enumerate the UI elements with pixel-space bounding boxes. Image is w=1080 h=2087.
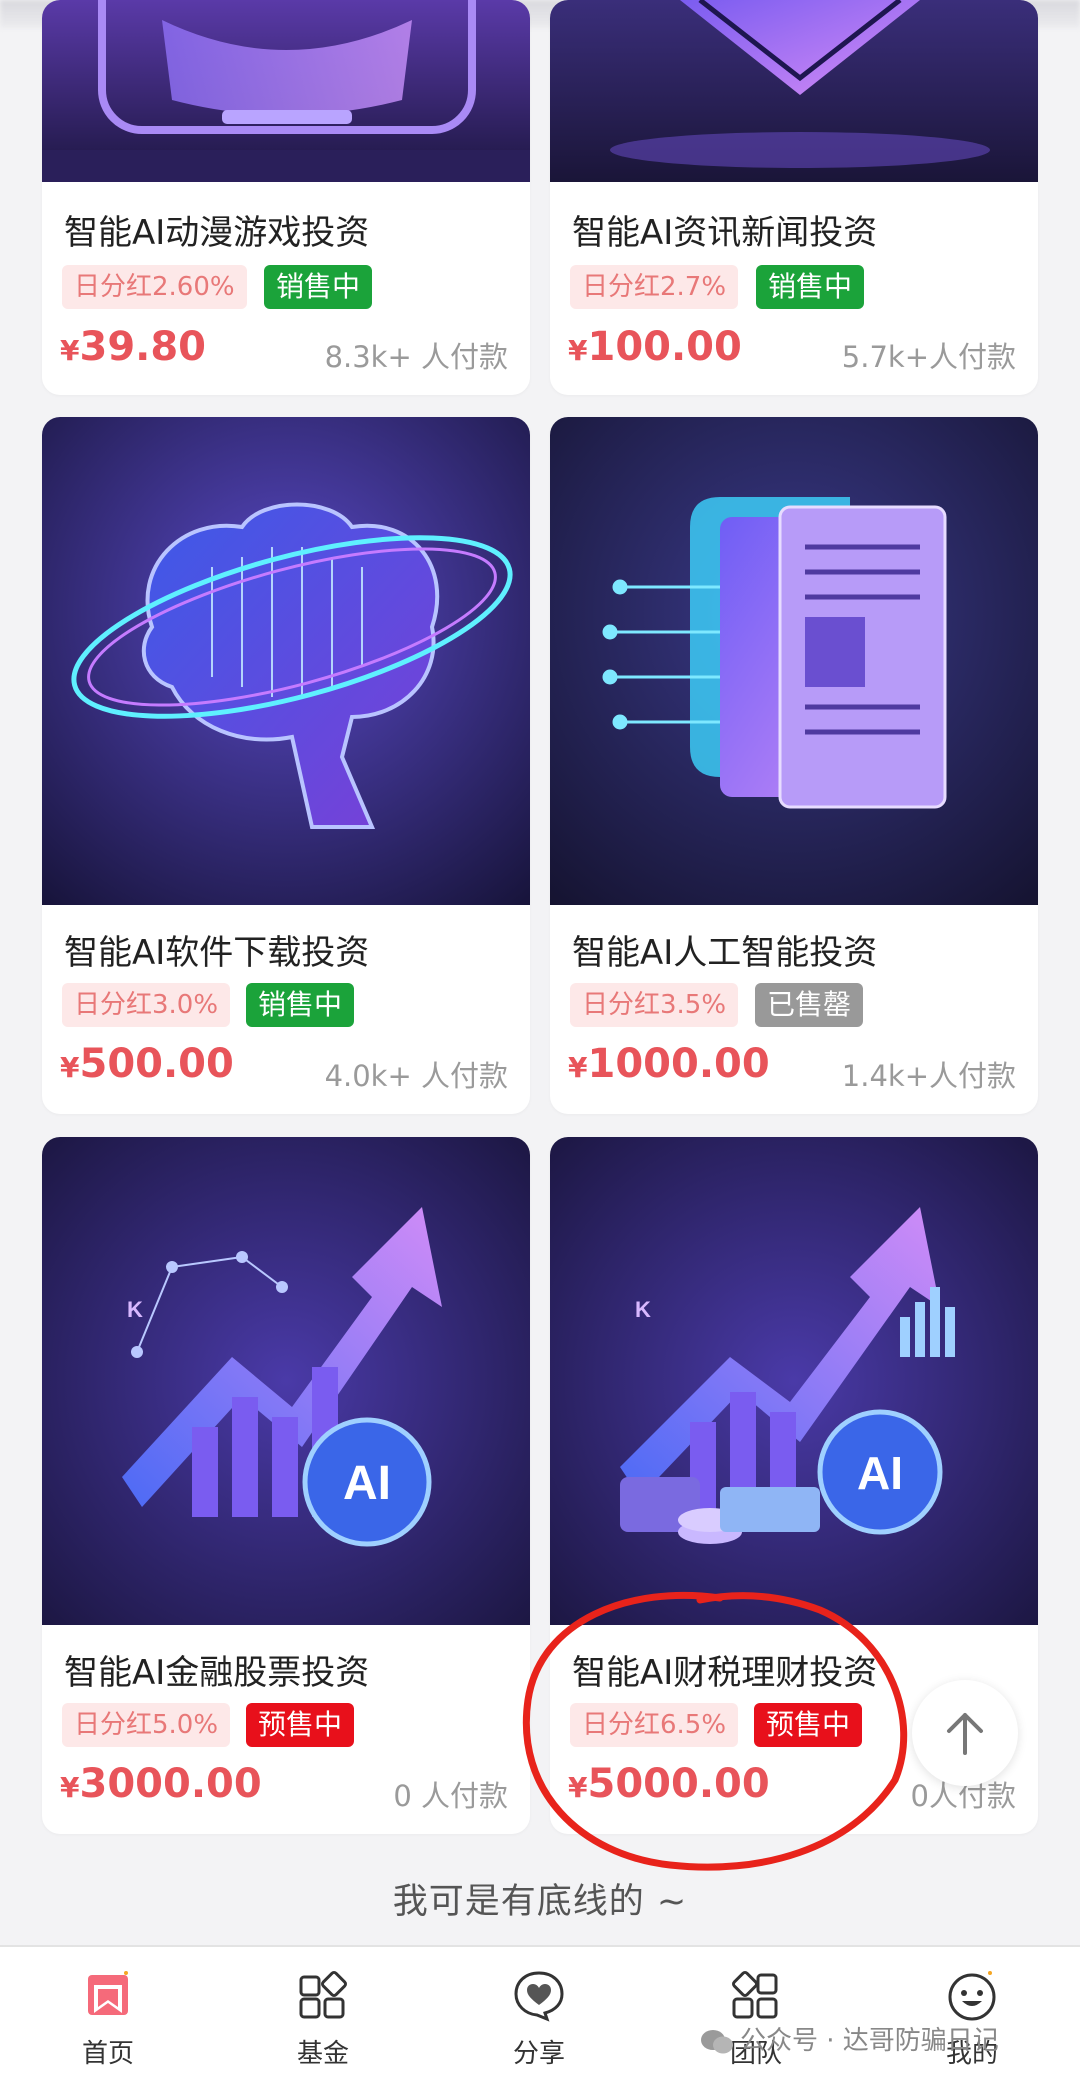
status-badge: 预售中 bbox=[754, 1703, 863, 1747]
daily-dividend-tag: 日分红5.0% bbox=[62, 1703, 231, 1747]
product-title: 智能AI软件下载投资 bbox=[64, 933, 370, 973]
currency-symbol: ¥ bbox=[568, 334, 588, 367]
product-card[interactable]: 智能AI人工智能投资 日分红3.5% 已售罄 ¥1000.00 1.4k+人付款 bbox=[550, 417, 1038, 1114]
status-badge: 预售中 bbox=[246, 1703, 355, 1747]
product-title: 智能AI资讯新闻投资 bbox=[572, 213, 878, 253]
product-card[interactable]: 智能AI资讯新闻投资 日分红2.7% 销售中 ¥100.00 5.7k+人付款 bbox=[550, 0, 1038, 395]
sold-count: 4.0k+ 人付款 bbox=[324, 1059, 508, 1093]
sold-count: 5.7k+人付款 bbox=[841, 340, 1016, 374]
product-price: ¥1000.00 bbox=[568, 1041, 770, 1087]
daily-dividend-tag: 日分红2.7% bbox=[570, 265, 739, 309]
daily-dividend-tag: 日分红2.60% bbox=[62, 265, 247, 309]
arrow-up-icon bbox=[947, 1713, 983, 1755]
product-price: ¥39.80 bbox=[60, 324, 206, 370]
tab-label: 分享 bbox=[512, 2039, 565, 2069]
price-value: 1000.00 bbox=[587, 1041, 770, 1087]
price-value: 3000.00 bbox=[79, 1761, 262, 1807]
stock-chart-art: AI K bbox=[42, 1137, 530, 1625]
price-value: 500.00 bbox=[79, 1041, 234, 1087]
daily-dividend-tag: 日分红3.0% bbox=[62, 983, 231, 1027]
daily-dividend-tag: 日分红3.5% bbox=[570, 983, 739, 1027]
price-value: 100.00 bbox=[587, 324, 742, 370]
smiley-face-icon bbox=[948, 1971, 996, 2021]
currency-symbol: ¥ bbox=[60, 1771, 80, 1804]
daily-dividend-tag: 日分红6.5% bbox=[570, 1703, 739, 1747]
ai-text: AI bbox=[343, 1457, 391, 1510]
product-price: ¥100.00 bbox=[568, 324, 742, 370]
product-card[interactable]: 智能AI软件下载投资 日分红3.0% 销售中 ¥500.00 4.0k+ 人付款 bbox=[42, 417, 530, 1114]
tab-label: 首页 bbox=[81, 2039, 134, 2069]
bottom-tab-bar: 首页 基金 分享 团队 我的 bbox=[0, 1945, 1080, 2087]
end-of-list-text: 我可是有底线的 ~ bbox=[392, 1882, 688, 1922]
product-card[interactable]: 智能AI动漫游戏投资 日分红2.60% 销售中 ¥39.80 8.3k+ 人付款 bbox=[42, 0, 530, 395]
sold-count: 8.3k+ 人付款 bbox=[324, 340, 508, 374]
watermark-text: 公众号 · 达哥防骗日记 bbox=[740, 2026, 999, 2056]
heart-chat-icon bbox=[514, 1971, 564, 2022]
watermark: 公众号 · 达哥防骗日记 bbox=[700, 2020, 999, 2057]
status-badge: 销售中 bbox=[756, 265, 865, 309]
currency-symbol: ¥ bbox=[568, 1771, 588, 1804]
product-title: 智能AI金融股票投资 bbox=[64, 1653, 370, 1693]
product-price: ¥500.00 bbox=[60, 1041, 234, 1087]
team-grid-icon bbox=[732, 1971, 778, 2019]
home-bookmark-icon bbox=[88, 1971, 128, 2015]
tab-label: 基金 bbox=[296, 2039, 349, 2069]
product-price: ¥3000.00 bbox=[60, 1761, 262, 1807]
k-text: K bbox=[127, 1297, 143, 1322]
product-price: ¥5000.00 bbox=[568, 1761, 770, 1807]
wechat-icon bbox=[701, 2029, 733, 2053]
product-title: 智能AI动漫游戏投资 bbox=[64, 213, 370, 253]
status-badge: 已售罄 bbox=[755, 983, 864, 1027]
finance-chart-art: AI K bbox=[550, 1137, 1038, 1625]
crystal-art bbox=[550, 0, 1038, 182]
price-value: 5000.00 bbox=[587, 1761, 770, 1807]
ai-text: AI bbox=[857, 1447, 903, 1499]
product-card[interactable]: AI K 智能AI金融股票投资 日分红5.0% 预售中 ¥3000.00 0 人… bbox=[42, 1137, 530, 1834]
currency-symbol: ¥ bbox=[568, 1051, 588, 1084]
currency-symbol: ¥ bbox=[60, 334, 80, 367]
price-value: 39.80 bbox=[79, 324, 207, 370]
brain-art bbox=[42, 417, 530, 905]
newspaper-art bbox=[550, 417, 1038, 905]
tab-fund[interactable]: 基金 bbox=[248, 1967, 398, 2070]
currency-symbol: ¥ bbox=[60, 1051, 80, 1084]
back-to-top-button[interactable] bbox=[912, 1680, 1018, 1786]
sold-count: 0 人付款 bbox=[393, 1779, 508, 1813]
sold-count: 1.4k+人付款 bbox=[841, 1059, 1016, 1093]
tab-home[interactable]: 首页 bbox=[33, 1967, 183, 2070]
product-title: 智能AI人工智能投资 bbox=[572, 933, 878, 973]
grid-apps-icon bbox=[299, 1971, 347, 2019]
status-badge: 销售中 bbox=[264, 265, 373, 309]
product-title: 智能AI财税理财投资 bbox=[572, 1653, 878, 1693]
gamepad-art bbox=[42, 0, 530, 182]
status-badge: 销售中 bbox=[246, 983, 355, 1027]
tab-share[interactable]: 分享 bbox=[464, 1967, 614, 2070]
k-text: K bbox=[635, 1297, 651, 1322]
